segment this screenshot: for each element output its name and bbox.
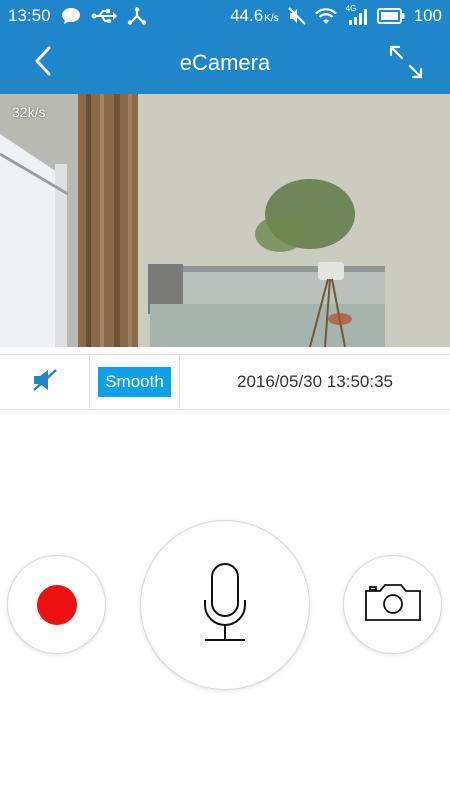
speaker-muted-icon bbox=[31, 368, 59, 397]
page-title: eCamera bbox=[179, 50, 271, 75]
network-speed-unit: K/s bbox=[264, 13, 279, 24]
mute-icon bbox=[287, 7, 306, 25]
record-dot-icon bbox=[36, 584, 77, 625]
bitrate-label: 32k/s bbox=[12, 104, 46, 120]
control-strip: Smooth 2016/05/30 13:50:35 bbox=[0, 354, 450, 410]
camera-video-feed[interactable]: 32k/s bbox=[0, 94, 450, 347]
chat-bubble-icon bbox=[61, 7, 81, 25]
title-bar: eCamera bbox=[0, 32, 450, 94]
usb-icon bbox=[91, 9, 117, 23]
expand-icon bbox=[388, 44, 424, 85]
chevron-left-icon bbox=[33, 45, 53, 82]
quality-cell: Smooth bbox=[90, 355, 180, 409]
network-speed: 44.6K/s bbox=[230, 6, 279, 25]
video-frame bbox=[0, 94, 450, 347]
status-time: 13:50 bbox=[8, 6, 51, 25]
back-button[interactable] bbox=[28, 46, 58, 80]
share-icon bbox=[127, 7, 147, 25]
talk-button[interactable] bbox=[140, 520, 310, 690]
status-bar: 13:50 44.6K/s 4G 100 bbox=[0, 0, 450, 32]
mute-audio-button[interactable] bbox=[0, 355, 90, 409]
camera-icon bbox=[364, 582, 422, 627]
battery-icon bbox=[376, 8, 405, 24]
network-type: 4G bbox=[345, 4, 357, 13]
battery-level: 100 bbox=[413, 6, 442, 25]
signal-icon: 4G bbox=[345, 4, 368, 25]
snapshot-button[interactable] bbox=[343, 555, 442, 654]
fullscreen-button[interactable] bbox=[386, 44, 426, 84]
timestamp: 2016/05/30 13:50:35 bbox=[237, 372, 393, 391]
microphone-icon bbox=[200, 562, 250, 649]
quality-button[interactable]: Smooth bbox=[98, 367, 171, 397]
wifi-icon bbox=[314, 7, 337, 25]
record-button[interactable] bbox=[7, 555, 106, 654]
